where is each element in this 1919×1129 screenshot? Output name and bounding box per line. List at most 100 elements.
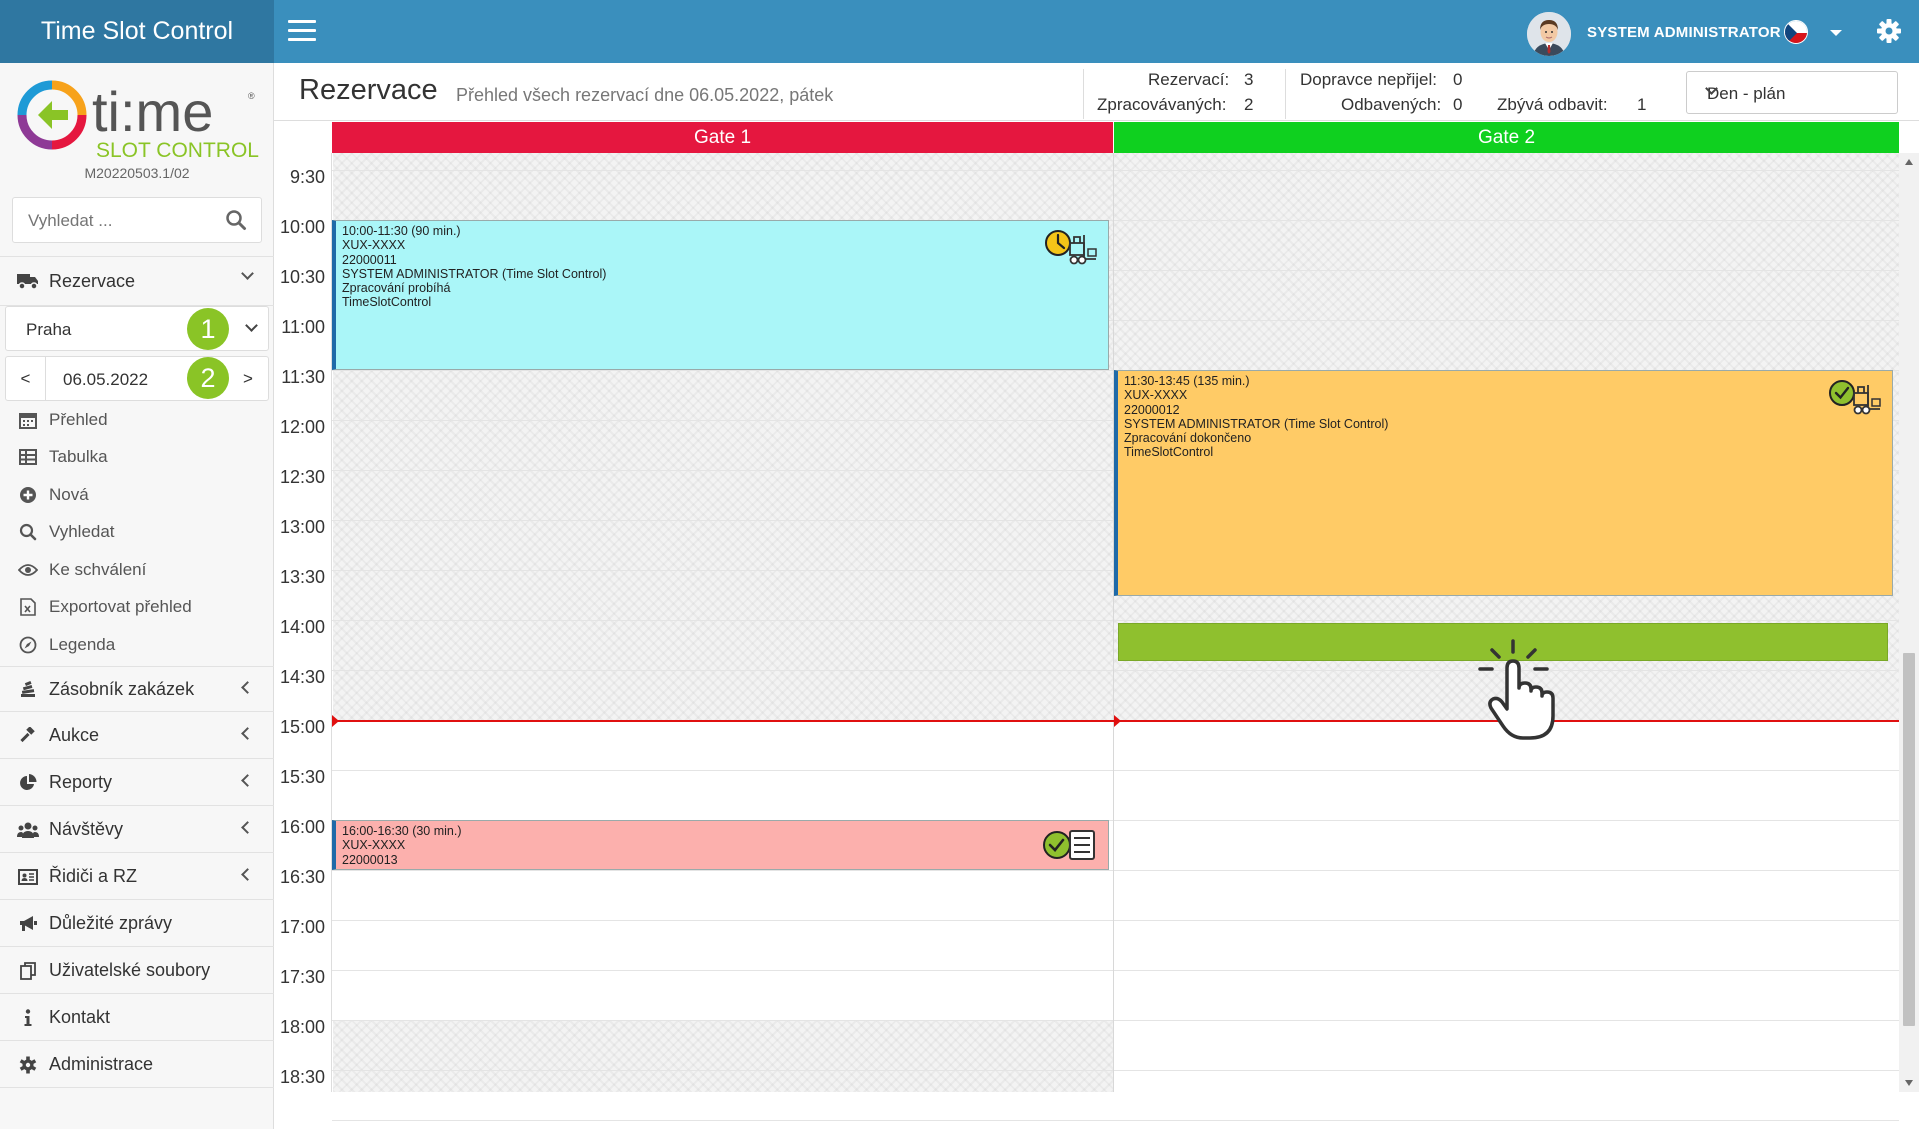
grid-line (332, 970, 1899, 971)
reservation-line: 22000012 (1124, 402, 1180, 417)
nav-reservations[interactable]: Rezervace (0, 256, 274, 306)
avatar[interactable] (1527, 12, 1571, 56)
sidebar-item-legenda[interactable]: Legenda (0, 626, 274, 663)
hand-pointer-cursor-icon (1475, 636, 1571, 746)
nav-dulezite-zpravy[interactable]: Důležité zprávy (0, 901, 274, 947)
sidebar-item-prehled[interactable]: Přehled (0, 401, 274, 438)
chevron-left-icon (241, 774, 254, 787)
reservation-line: SYSTEM ADMINISTRATOR (Time Slot Control) (1124, 416, 1389, 431)
nav-reporty[interactable]: Reporty (0, 760, 274, 806)
stats-carriers: Dopravce nepřijel: 0 Odbavených: 0 (1285, 69, 1485, 119)
search-icon (18, 522, 38, 542)
date-next-button[interactable]: > (228, 357, 268, 400)
search-input[interactable] (28, 211, 228, 231)
logo[interactable]: ti:me SLOT CONTROL ® (14, 77, 260, 165)
nav-zasobnik-zakazek[interactable]: Zásobník zakázek (0, 666, 274, 712)
scroll-thumb[interactable] (1903, 653, 1915, 1026)
sidebar-item-nova[interactable]: Nová (0, 476, 274, 513)
stat-label: Dopravce nepřijel: (1300, 70, 1438, 89)
search-icon[interactable] (225, 209, 247, 231)
nav-navstevy[interactable]: Návštěvy (0, 807, 274, 853)
nav-label: Uživatelské soubory (49, 960, 211, 980)
reservation-22000011[interactable]: 10:00-11:30 (90 min.) XUX-XXXX 22000011 … (332, 220, 1109, 370)
stat-value: 2 (1244, 95, 1254, 114)
reservation-line: TimeSlotControl (342, 295, 432, 310)
eye-icon (18, 560, 38, 580)
chevron-left-icon (241, 868, 254, 881)
megaphone-icon (17, 913, 39, 935)
gavel-icon (17, 725, 39, 747)
step-badge-1: 1 (187, 308, 229, 350)
sidebar-item-label: Exportovat přehled (49, 596, 192, 616)
users-icon (17, 819, 39, 841)
nav-kontakt[interactable]: Kontakt (0, 995, 274, 1041)
reservation-22000012[interactable]: 11:30-13:45 (135 min.) XUX-XXXX 22000012… (1114, 370, 1893, 596)
time-label: 15:00 (279, 717, 325, 737)
calendar-icon (18, 410, 38, 430)
compass-icon (18, 635, 38, 655)
files-icon (17, 960, 39, 982)
time-label: 10:30 (279, 267, 325, 287)
scroll-down-arrow-icon[interactable] (1905, 1080, 1913, 1086)
reservation-line: XUX-XXXX (1124, 388, 1188, 403)
time-label: 18:30 (279, 1067, 325, 1087)
nav-reservations-label: Rezervace (49, 270, 136, 291)
id-card-icon (17, 866, 39, 888)
reservation-line: Zpracování dokončeno (1124, 431, 1252, 446)
time-label: 12:30 (279, 467, 325, 487)
reservation-line: 10:00-11:30 (90 min.) (342, 224, 461, 238)
page-subtitle: Přehled všech rezervací dne 06.05.2022, … (456, 85, 834, 105)
settings-gear-icon[interactable] (1876, 18, 1902, 44)
grid-line (332, 1120, 1899, 1121)
user-dropdown-caret-icon[interactable] (1830, 30, 1842, 36)
current-time-marker (332, 715, 339, 727)
stat-label: Zpracovávaných: (1097, 95, 1227, 114)
nav-ridici-a-rz[interactable]: Řidiči a RZ (0, 854, 274, 900)
sidebar-item-ke-schvaleni[interactable]: Ke schválení (0, 551, 274, 588)
nav-administrace[interactable]: Administrace (0, 1042, 274, 1088)
truck-icon (17, 270, 39, 292)
gate-1-header: Gate 1 (332, 122, 1113, 153)
stat-label: Zbývá odbavit: (1497, 95, 1608, 114)
date-picker[interactable]: < 06.05.2022 > (5, 356, 269, 401)
sidebar-item-vyhledat[interactable]: Vyhledat (0, 513, 274, 550)
calendar-scrollbar[interactable] (1899, 153, 1919, 1092)
nav-label: Reporty (49, 772, 113, 792)
view-mode-select[interactable]: Den - plán (1686, 71, 1898, 114)
view-mode-value: Den - plán (1707, 84, 1786, 103)
reservation-line: Zpracování probíhá (342, 281, 451, 296)
stat-label: Odbavených: (1341, 95, 1442, 114)
sidebar-item-tabulka[interactable]: Tabulka (0, 438, 274, 475)
logo-word: ti:me (92, 80, 213, 143)
reservation-22000013[interactable]: 16:00-16:30 (30 min.) XUX-XXXX 22000013 (332, 820, 1109, 870)
reservation-line: XUX-XXXX (342, 838, 406, 853)
branch-select[interactable]: Praha (5, 306, 269, 351)
nav-aukce[interactable]: Aukce (0, 713, 274, 759)
chevron-down-icon (245, 319, 258, 332)
sidebar-item-label: Tabulka (49, 446, 108, 466)
gear-icon (17, 1054, 39, 1076)
grid-line (332, 920, 1899, 921)
czech-flag-icon[interactable] (1784, 20, 1808, 44)
scroll-up-arrow-icon[interactable] (1905, 159, 1913, 165)
reservation-line: 22000011 (342, 252, 397, 267)
nav-label: Návštěvy (49, 819, 124, 839)
step-badge-2: 2 (187, 357, 229, 399)
nav-label: Aukce (49, 725, 100, 745)
plus-circle-icon (18, 485, 38, 505)
clock-forklift-icon (1044, 229, 1098, 267)
stat-value: 3 (1244, 70, 1254, 89)
user-name[interactable]: SYSTEM ADMINISTRATOR (1587, 24, 1781, 41)
date-prev-button[interactable]: < (6, 357, 46, 400)
sidebar-item-exportovat[interactable]: Exportovat přehled (0, 588, 274, 625)
time-label: 17:00 (279, 917, 325, 937)
reservation-line: XUX-XXXX (342, 238, 406, 253)
nav-uzivatelske-soubory[interactable]: Uživatelské soubory (0, 948, 274, 994)
nav-label: Důležité zprávy (49, 913, 173, 933)
date-value[interactable]: 06.05.2022 (63, 370, 148, 390)
stats-remaining: Zbývá odbavit: 1 (1485, 69, 1675, 119)
search-box[interactable] (12, 197, 262, 243)
app-title[interactable]: Time Slot Control (0, 0, 274, 63)
hamburger-menu-icon[interactable] (288, 20, 316, 42)
stat-label: Rezervací: (1148, 70, 1230, 89)
